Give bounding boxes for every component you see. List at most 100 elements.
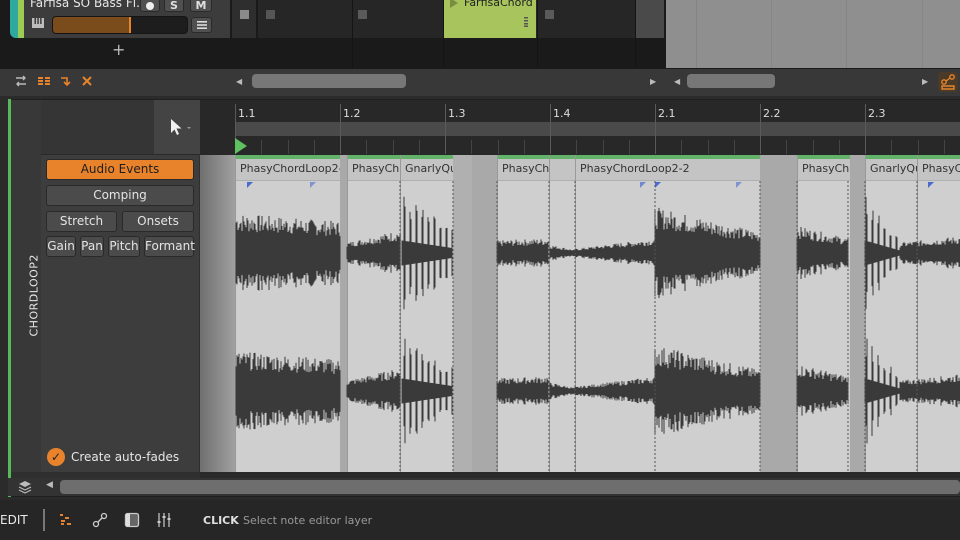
- ruler-subtick: [681, 140, 683, 154]
- play-icon[interactable]: [450, 0, 458, 8]
- editor-horizontal-scrollbar[interactable]: [60, 480, 960, 494]
- scroll-left-button[interactable]: ◀: [674, 77, 680, 86]
- audio-event-name: PhasyChordLoop2-2: [580, 162, 690, 175]
- arrow-down-right-icon[interactable]: [59, 74, 73, 88]
- close-icon[interactable]: [80, 74, 94, 88]
- volume-fill: [53, 17, 131, 33]
- automation-layer-icon[interactable]: [92, 512, 108, 528]
- onsets-mode-button[interactable]: Onsets: [122, 211, 194, 232]
- empty-slot-icon[interactable]: [358, 10, 367, 19]
- ruler-subtick: [917, 140, 919, 154]
- edit-mode-label: EDIT: [0, 513, 28, 527]
- scroll-right-button[interactable]: ▶: [650, 77, 656, 86]
- audio-event-name: PhasyChordLoop2-: [240, 162, 340, 175]
- ruler-subtick: [366, 140, 368, 154]
- ruler-subtick: [891, 140, 893, 154]
- editor-track-name: CHORDLOOP2: [27, 254, 41, 337]
- stop-icon: [240, 10, 249, 19]
- panel-layout-icon[interactable]: [124, 512, 140, 528]
- ruler-subtick: [628, 140, 630, 154]
- ruler-subtick: [523, 140, 525, 154]
- solo-button[interactable]: S: [164, 0, 184, 12]
- waveform-display: [235, 181, 960, 472]
- ruler-subtick: [602, 140, 604, 154]
- auto-fades-checkbox[interactable]: ✓: [47, 448, 65, 466]
- divider: [43, 509, 45, 531]
- record-arm-button[interactable]: [140, 0, 160, 12]
- track-name[interactable]: Farfisa SO Bass Fl...: [30, 0, 148, 10]
- audio-event-name: GnarlyQu: [870, 162, 918, 175]
- note-editor-layer-icon[interactable]: [58, 512, 74, 528]
- clip-name: FarfisaChord: [464, 0, 533, 9]
- play-start-marker[interactable]: [235, 138, 247, 154]
- ruler-label: 1.1: [238, 107, 256, 120]
- audio-event-name: PhasyCh: [502, 162, 550, 175]
- arranger-horizontal-scrollbar[interactable]: [687, 74, 775, 88]
- divider: [537, 0, 538, 68]
- scroll-left-button[interactable]: ◀: [46, 480, 53, 490]
- audio-event-name: GnarlyQu: [405, 162, 454, 175]
- ruler-beat-tick: [865, 104, 866, 154]
- mini-mixer-strip[interactable]: [636, 0, 664, 38]
- app-window: Farfisa SO Bass Fl... S M + FarfisaChord: [0, 0, 960, 540]
- stretch-mode-button[interactable]: Stretch: [46, 211, 117, 232]
- ruler-label: 2.3: [868, 107, 886, 120]
- scroll-left-button[interactable]: ◀: [236, 77, 242, 86]
- comping-mode-button[interactable]: Comping: [46, 185, 194, 206]
- pointer-icon: [171, 119, 191, 135]
- clip-slot[interactable]: [232, 0, 256, 38]
- track-color-strip: [18, 0, 24, 38]
- drag-handle-icon[interactable]: [524, 17, 528, 27]
- auto-fades-label[interactable]: Create auto-fades: [71, 450, 179, 464]
- ruler-beat-tick: [550, 104, 551, 154]
- pointer-tool-button[interactable]: [154, 100, 200, 154]
- ruler-subtick: [943, 140, 945, 154]
- volume-slider[interactable]: [52, 16, 188, 34]
- status-bar: [0, 500, 960, 540]
- loop-region-strip[interactable]: [235, 122, 960, 136]
- ruler-subtick: [287, 140, 289, 154]
- empty-slot-icon[interactable]: [266, 10, 275, 19]
- swap-icon[interactable]: [14, 74, 28, 88]
- ruler-beat-tick: [340, 104, 341, 154]
- automation-icon: [941, 74, 955, 90]
- divider: [352, 0, 353, 68]
- ruler-beat-tick: [655, 104, 656, 154]
- ruler-subtick: [838, 140, 840, 154]
- ruler-subtick: [261, 140, 263, 154]
- track-menu-button[interactable]: [191, 17, 212, 33]
- automation-button[interactable]: [938, 72, 958, 92]
- ruler-label: 2.2: [763, 107, 781, 120]
- audio-event-name: PhasyCh: [802, 162, 850, 175]
- empty-slot-icon[interactable]: [545, 10, 554, 19]
- ruler-subtick: [392, 140, 394, 154]
- ruler-label: 2.1: [658, 107, 676, 120]
- scroll-right-button[interactable]: ▶: [922, 77, 928, 86]
- ruler-subtick: [313, 140, 315, 154]
- gain-mode-button[interactable]: Gain: [46, 236, 76, 257]
- mute-button[interactable]: M: [190, 0, 212, 12]
- audio-events-mode-button[interactable]: Audio Events: [46, 159, 194, 180]
- layers-icon[interactable]: [18, 480, 32, 494]
- record-icon: [146, 2, 154, 10]
- ruler-subtick: [707, 140, 709, 154]
- mixer-icon[interactable]: [156, 512, 172, 528]
- pan-mode-button[interactable]: Pan: [80, 236, 104, 257]
- arranger-overview[interactable]: [666, 0, 960, 68]
- ruler-label: 1.4: [553, 107, 571, 120]
- action-label: CLICK: [203, 514, 239, 527]
- audio-event-name: PhasyCh: [352, 162, 400, 175]
- ruler-label: 1.2: [343, 107, 361, 120]
- launcher-horizontal-scrollbar[interactable]: [252, 74, 406, 88]
- add-track-button[interactable]: +: [112, 40, 125, 59]
- ruler-subtick: [733, 140, 735, 154]
- ruler-beat-tick: [760, 104, 761, 154]
- pitch-mode-button[interactable]: Pitch: [108, 236, 140, 257]
- ruler-label: 1.3: [448, 107, 466, 120]
- group-color-strip: [10, 0, 18, 38]
- ruler-subtick: [812, 140, 814, 154]
- panel-toolbar: [0, 68, 960, 96]
- clip-list-icon[interactable]: [37, 74, 51, 88]
- menu-icon: [196, 21, 207, 29]
- formant-mode-button[interactable]: Formant: [144, 236, 195, 257]
